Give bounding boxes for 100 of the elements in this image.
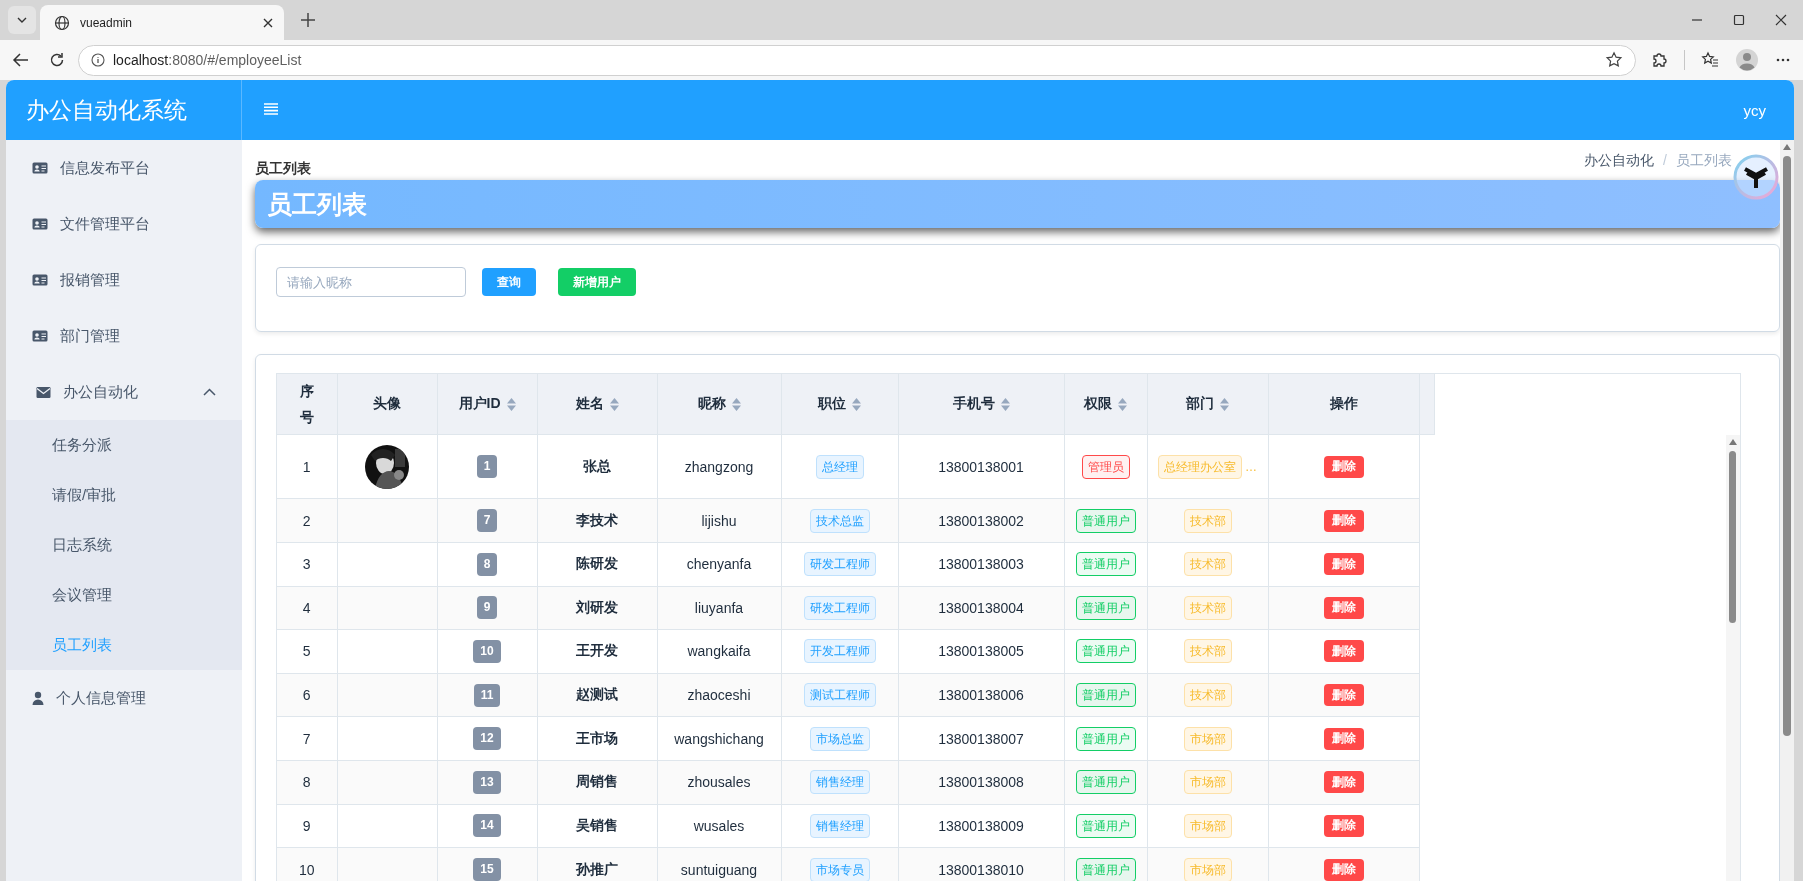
sort-icon[interactable] (1118, 397, 1127, 411)
user-icon (32, 691, 44, 705)
delete-button[interactable]: 删除 (1323, 509, 1364, 532)
table-cell: 王市场 (537, 716, 657, 761)
floating-assistant-icon[interactable] (1733, 154, 1779, 200)
sort-icon[interactable] (506, 397, 516, 411)
breadcrumb-separator: / (1663, 152, 1667, 170)
column-header[interactable]: 职位 (818, 395, 846, 413)
submenu-item[interactable]: 日志系统 (6, 520, 242, 570)
scroll-up-arrow-icon[interactable] (1783, 144, 1791, 150)
tab-menu-button[interactable] (8, 6, 36, 34)
page-scrollbar[interactable] (1780, 140, 1794, 881)
scroll-up-arrow-icon[interactable] (1729, 439, 1737, 445)
delete-button[interactable]: 删除 (1323, 684, 1364, 707)
menu-item[interactable]: 文件管理平台 (6, 196, 242, 252)
favorites-icon[interactable] (1701, 51, 1719, 69)
table-scrollbar[interactable] (1726, 435, 1740, 881)
id-badge: 7 (476, 509, 498, 533)
delete-button[interactable]: 删除 (1323, 640, 1364, 663)
puzzle-icon[interactable] (1650, 51, 1668, 69)
id-badge: 10 (473, 640, 501, 663)
table-cell: 王开发 (537, 629, 657, 674)
id-badge: 11 (473, 683, 501, 707)
column-header: 头像 (373, 395, 401, 413)
table-cell: 13800138001 (898, 435, 1064, 499)
delete-button[interactable]: 删除 (1323, 727, 1364, 750)
sort-icon[interactable] (731, 397, 741, 411)
table-cell: 10 (277, 847, 337, 881)
delete-button[interactable]: 删除 (1323, 455, 1364, 478)
position-tag: 市场专员 (809, 857, 870, 881)
table-cell: 5 (277, 629, 337, 674)
delete-button[interactable]: 删除 (1323, 858, 1364, 881)
role-tag: 普通用户 (1075, 508, 1136, 533)
department-tag: 技术部 (1183, 552, 1232, 577)
column-header[interactable]: 用户ID (458, 395, 501, 413)
menu-item[interactable]: 信息发布平台 (6, 140, 242, 196)
id-badge: 8 (476, 552, 498, 576)
role-tag: 普通用户 (1075, 814, 1136, 838)
back-arrow-icon[interactable] (12, 51, 30, 69)
profile-icon[interactable] (1735, 48, 1759, 72)
table-cell: 陈研发 (537, 542, 657, 587)
table-cell: 13800138003 (898, 542, 1064, 587)
table-cell: 13800138007 (898, 716, 1064, 761)
delete-button[interactable]: 删除 (1323, 596, 1364, 619)
maximize-icon[interactable] (1733, 14, 1745, 26)
table-cell: zhaoceshi (657, 673, 781, 717)
menu-item[interactable]: 报销管理 (6, 252, 242, 308)
id-card-icon (32, 329, 48, 343)
id-badge: 1 (476, 455, 498, 479)
submenu-item[interactable]: 会议管理 (6, 570, 242, 620)
position-tag: 销售经理 (809, 770, 870, 795)
delete-button[interactable]: 删除 (1323, 553, 1364, 576)
department-tag: 市场部 (1183, 857, 1232, 881)
submenu-item[interactable]: 请假/审批 (6, 470, 242, 520)
delete-button[interactable]: 删除 (1323, 815, 1364, 837)
title-banner: 员工列表 (255, 180, 1780, 228)
column-header[interactable]: 手机号 (952, 395, 995, 413)
reload-icon[interactable] (48, 51, 66, 69)
department-tag: 市场部 (1183, 814, 1232, 838)
role-tag: 普通用户 (1075, 726, 1136, 751)
address-bar[interactable]: localhost:8080/#/employeeList (78, 44, 1636, 76)
delete-button[interactable]: 删除 (1323, 771, 1364, 794)
column-header[interactable]: 姓名 (575, 395, 604, 413)
breadcrumb-item[interactable]: 办公自动化 (1584, 152, 1655, 170)
column-header[interactable]: 部门 (1186, 395, 1214, 413)
table-cell: 李技术 (537, 498, 657, 543)
id-badge: 9 (476, 596, 498, 620)
table-cell: 张总 (537, 435, 657, 499)
menu-group[interactable]: 办公自动化 (6, 364, 242, 420)
table-cell: 8 (277, 760, 337, 805)
table-cell: 13800138004 (898, 586, 1064, 630)
sort-icon[interactable] (609, 397, 619, 411)
position-tag: 测试工程师 (803, 683, 876, 708)
table-cell: 刘研发 (537, 586, 657, 630)
menu-item[interactable]: 部门管理 (6, 308, 242, 364)
nickname-input[interactable]: 请输入昵称 (276, 267, 466, 297)
submenu-item[interactable]: 任务分派 (6, 420, 242, 470)
close-icon[interactable] (1775, 14, 1787, 26)
sort-icon[interactable] (852, 397, 861, 411)
column-header[interactable]: 权限 (1084, 395, 1112, 413)
id-badge: 15 (473, 858, 501, 881)
url-text: localhost:8080/#/employeeList (113, 52, 303, 68)
table-cell: 13800138008 (898, 760, 1064, 805)
star-icon[interactable] (1605, 51, 1623, 69)
table-cell: suntuiguang (657, 847, 781, 881)
scrollbar-thumb[interactable] (1729, 451, 1736, 623)
scrollbar-thumb[interactable] (1783, 156, 1791, 736)
position-tag: 研发工程师 (803, 595, 876, 620)
plus-icon[interactable] (300, 12, 316, 28)
close-icon[interactable] (262, 16, 274, 29)
sort-icon[interactable] (1220, 397, 1229, 411)
sort-icon[interactable] (1000, 397, 1010, 411)
browser-tab[interactable]: vueadmin (40, 5, 284, 40)
table-cell: wangshichang (657, 716, 781, 761)
id-card-icon (32, 217, 48, 231)
menu-item[interactable]: 个人信息管理 (6, 670, 242, 726)
table-cell: 3 (277, 542, 337, 587)
column-header[interactable]: 昵称 (697, 395, 726, 413)
menu-icon[interactable] (264, 103, 278, 115)
table-cell: 13800138010 (898, 847, 1064, 881)
